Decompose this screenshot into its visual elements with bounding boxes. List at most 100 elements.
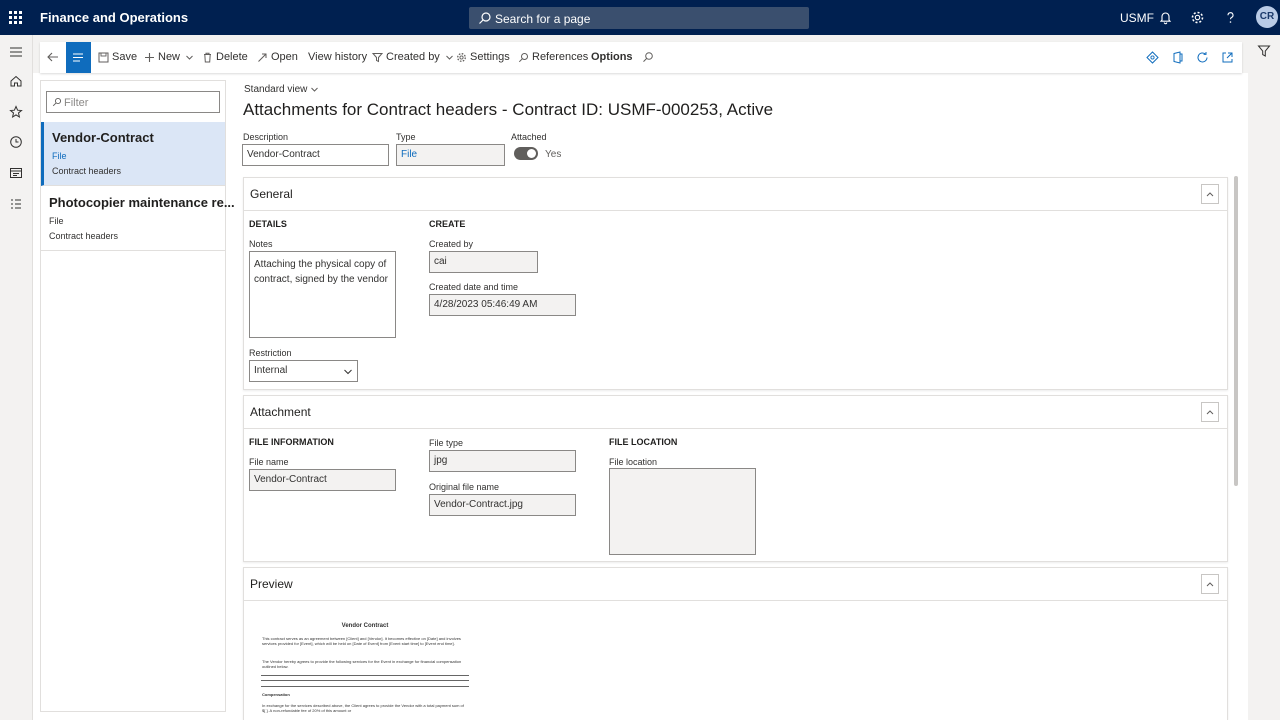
list-item[interactable]: Photocopier maintenance re... File Contr… <box>41 187 235 251</box>
preview-doc-heading: Compensation <box>262 692 290 697</box>
list-item-title: Photocopier maintenance re... <box>49 195 235 210</box>
attachment-title: Attachment <box>250 405 311 419</box>
preview-doc-paragraph: This contract serves as an agreement bet… <box>262 636 461 646</box>
list-item[interactable]: Vendor-Contract File Contract headers <box>41 122 225 186</box>
details-group-heading: DETAILS <box>249 219 287 229</box>
attached-toggle[interactable] <box>514 147 538 160</box>
plus-icon <box>145 52 154 62</box>
search-placeholder: Search for a page <box>495 12 591 26</box>
open-button[interactable]: Open <box>257 42 298 73</box>
created-datetime-field[interactable]: 4/28/2023 05:46:49 AM <box>429 294 576 316</box>
delete-label: Delete <box>216 51 248 63</box>
create-group-heading: CREATE <box>429 219 466 229</box>
chevron-down-icon <box>344 369 352 375</box>
settings-button[interactable]: Settings <box>456 42 510 73</box>
file-location-field[interactable] <box>609 468 756 555</box>
global-search[interactable]: Search for a page <box>469 7 809 29</box>
file-name-field[interactable]: Vendor-Contract <box>249 469 396 491</box>
chevron-up-icon <box>1206 410 1214 415</box>
help-icon[interactable] <box>1223 10 1238 25</box>
refresh-icon[interactable] <box>1196 51 1209 64</box>
search-icon <box>518 52 528 62</box>
type-label: Type <box>396 132 416 142</box>
original-file-name-field[interactable]: Vendor-Contract.jpg <box>429 494 576 516</box>
office-icon[interactable] <box>1171 51 1184 64</box>
new-label: New <box>158 51 181 63</box>
preview-title: Preview <box>250 577 293 591</box>
file-name-label: File name <box>249 457 289 467</box>
attached-label: Attached <box>511 132 547 142</box>
file-type-label: File type <box>429 438 464 448</box>
description-label: Description <box>243 132 289 142</box>
nav-rail <box>0 35 33 720</box>
star-icon[interactable] <box>9 105 23 119</box>
general-header[interactable]: General <box>244 178 1227 211</box>
records-list-panel: Filter Vendor-Contract File Contract hea… <box>40 80 235 712</box>
restriction-value: Internal <box>254 365 288 376</box>
chevron-up-icon <box>1206 582 1214 587</box>
chevron-down-icon <box>186 55 193 60</box>
back-button[interactable] <box>46 42 63 73</box>
file-type-field[interactable]: jpg <box>429 450 576 472</box>
home-icon[interactable] <box>9 74 23 88</box>
notes-label: Notes <box>249 239 273 249</box>
filter-icon <box>371 52 384 62</box>
company-selector[interactable]: USMF <box>1120 11 1154 25</box>
avatar[interactable]: CR <box>1256 6 1278 28</box>
clock-icon[interactable] <box>9 135 23 149</box>
created-by-button[interactable]: Created by <box>371 42 457 73</box>
collapse-button[interactable] <box>1201 402 1219 422</box>
view-selector[interactable]: Standard view <box>244 84 319 95</box>
created-by-field-label: Created by <box>429 239 474 249</box>
collapse-button[interactable] <box>1201 574 1219 594</box>
app-launcher-icon[interactable] <box>9 11 22 24</box>
new-button[interactable]: New <box>144 42 197 73</box>
delete-button[interactable]: Delete <box>202 42 248 73</box>
options-tab[interactable]: Options <box>591 42 633 73</box>
app-name[interactable]: Finance and Operations <box>40 10 188 25</box>
page-title: Attachments for Contract headers - Contr… <box>243 100 774 119</box>
file-info-group-heading: FILE INFORMATION <box>249 437 334 447</box>
search-icon <box>479 12 491 24</box>
action-menu-button[interactable] <box>66 42 91 73</box>
save-label: Save <box>112 51 138 63</box>
restriction-select[interactable]: Internal <box>249 360 358 382</box>
workspaces-icon[interactable] <box>9 166 23 180</box>
preview-doc-paragraph: The Vendor hereby agrees to provide the … <box>262 659 462 669</box>
attachment-header[interactable]: Attachment <box>244 396 1227 429</box>
view-history-button[interactable]: View history <box>308 42 367 73</box>
preview-doc-rule <box>261 675 469 676</box>
action-search-button[interactable] <box>642 42 657 73</box>
file-location-group-heading: FILE LOCATION <box>609 437 678 447</box>
scrollbar[interactable] <box>1234 176 1238 486</box>
preview-doc-rule <box>261 686 469 687</box>
list-item-type: File <box>49 216 64 226</box>
preview-header[interactable]: Preview <box>244 568 1227 601</box>
list-item-title: Vendor-Contract <box>52 130 154 145</box>
original-file-name-label: Original file name <box>429 482 500 492</box>
type-field[interactable]: File <box>396 144 505 166</box>
diamond-icon[interactable] <box>1146 51 1159 64</box>
popout-icon[interactable] <box>1221 51 1234 64</box>
trash-icon <box>204 52 211 63</box>
chevron-up-icon <box>1206 192 1214 197</box>
gear-icon[interactable] <box>1190 10 1205 25</box>
view-selector-label: Standard view <box>244 84 308 95</box>
notes-field[interactable]: Attaching the physical copy of contract,… <box>249 251 396 338</box>
collapse-button[interactable] <box>1201 184 1219 204</box>
list-filter-input[interactable]: Filter <box>46 91 220 113</box>
top-bar: Finance and Operations Search for a page… <box>0 0 1280 35</box>
search-icon <box>52 97 62 107</box>
filter-icon[interactable] <box>1257 44 1271 58</box>
right-strip <box>1248 35 1280 720</box>
description-field[interactable]: Vendor-Contract <box>242 144 389 166</box>
bell-icon[interactable] <box>1158 10 1173 25</box>
created-by-label: Created by <box>386 51 440 63</box>
hamburger-icon[interactable] <box>9 45 23 59</box>
gear-icon <box>457 52 466 62</box>
created-by-field[interactable]: cai <box>429 251 538 273</box>
attachment-preview-image: Vendor Contract This contract serves as … <box>258 620 472 713</box>
modules-icon[interactable] <box>9 197 23 211</box>
save-button[interactable]: Save <box>98 42 137 73</box>
references-button[interactable]: References <box>518 42 588 73</box>
